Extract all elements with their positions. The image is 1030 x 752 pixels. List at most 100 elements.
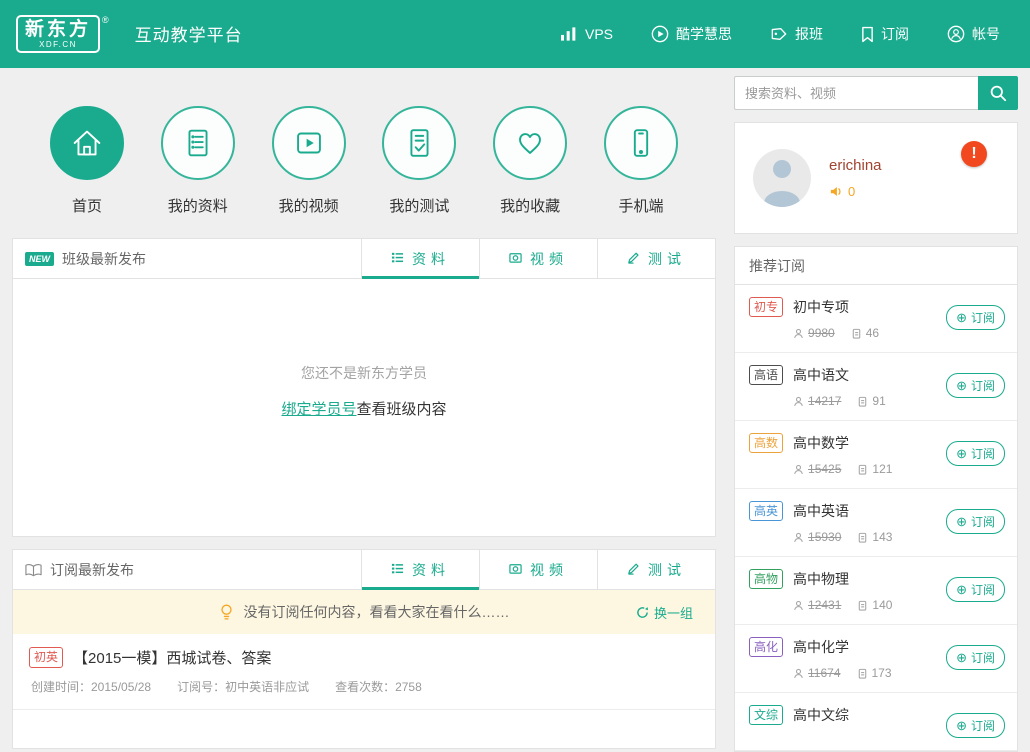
recommend-item-info: 高中语文 14217 91 [793, 365, 946, 408]
recommend-item-info: 高中数学 15425 121 [793, 433, 946, 476]
username: erichina [829, 157, 882, 174]
logo-sub-text: XDF.CN [25, 40, 91, 49]
app-header: 新东方 XDF.CN ® 互动教学平台 VPS 酷学慧思 报班 [0, 0, 1030, 68]
sound-row[interactable]: 0 [829, 184, 882, 199]
recommend-item-stats: 14217 91 [793, 394, 946, 408]
plus-circle-icon: ⊕ [956, 515, 967, 528]
created-time: 创建时间：2015/05/28 [31, 678, 151, 695]
tab-materials[interactable]: 资料 [361, 239, 479, 278]
subject-badge: 初专 [749, 297, 783, 317]
heart-icon [493, 106, 567, 180]
subscription-panel-title: 订阅最新发布 [50, 560, 134, 580]
tab-videos[interactable]: 视频 [479, 550, 597, 589]
speaker-icon [829, 184, 844, 199]
subscribe-button[interactable]: ⊕ 订阅 [946, 509, 1005, 534]
user-count: 9980 [793, 326, 835, 340]
header-left: 新东方 XDF.CN ® 互动教学平台 [16, 15, 243, 54]
document-icon [857, 396, 868, 407]
platform-title: 互动教学平台 [135, 21, 243, 46]
subscription-panel-header: 订阅最新发布 资料 视频 [13, 550, 715, 590]
plus-circle-icon: ⊕ [956, 311, 967, 324]
page-content: 首页 我的资料 我的视频 我的测试 [0, 68, 1030, 752]
no-subscription-notice: 没有订阅任何内容，看看大家在看什么…… 换一组 [13, 590, 715, 634]
plus-circle-icon: ⊕ [956, 583, 967, 596]
avatar-head [773, 160, 791, 178]
subject-badge: 高英 [749, 501, 783, 521]
class-panel-tabs: 资料 视频 测试 [361, 239, 715, 278]
recommend-item-info: 初中专项 9980 46 [793, 297, 946, 340]
class-panel-title-row: NEW 班级最新发布 [13, 239, 361, 278]
tab-materials[interactable]: 资料 [361, 550, 479, 589]
recommend-item-stats: 9980 46 [793, 326, 946, 340]
nav-my-tests[interactable]: 我的测试 [368, 106, 470, 216]
panel-gap [12, 537, 716, 549]
header-nav-subscribe[interactable]: 订阅 [861, 24, 909, 44]
subject-badge: 高语 [749, 365, 783, 385]
tab-tests[interactable]: 测试 [597, 239, 715, 278]
subscribe-button[interactable]: ⊕ 订阅 [946, 305, 1005, 330]
avatar[interactable] [753, 149, 811, 207]
logo-main-text: 新东方 [25, 20, 91, 41]
person-icon [793, 668, 804, 679]
home-icon [50, 106, 124, 180]
header-nav-baoban[interactable]: 报班 [770, 24, 823, 44]
subscribe-button[interactable]: ⊕ 订阅 [946, 645, 1005, 670]
header-nav-label: VPS [585, 26, 613, 42]
doc-count: 173 [857, 666, 892, 680]
tab-tests[interactable]: 测试 [597, 550, 715, 589]
recommend-panel: 推荐订阅 初专 初中专项 9980 46 [734, 246, 1018, 752]
recommend-item-name: 高中英语 [793, 501, 946, 521]
header-nav-account[interactable]: 帐号 [947, 24, 1000, 44]
nav-home[interactable]: 首页 [36, 106, 138, 216]
subscribe-button[interactable]: ⊕ 订阅 [946, 577, 1005, 602]
recommend-item-name: 高中文综 [793, 705, 946, 725]
change-group-label: 换一组 [654, 603, 693, 622]
subscribe-button[interactable]: ⊕ 订阅 [946, 713, 1005, 738]
tab-label: 测试 [648, 560, 686, 580]
subject-badge: 高物 [749, 569, 783, 589]
bind-student-line: 绑定学员号查看班级内容 [281, 398, 446, 419]
view-count: 查看次数：2758 [335, 678, 422, 695]
user-count: 15425 [793, 462, 841, 476]
header-nav-koolearn[interactable]: 酷学慧思 [651, 24, 732, 44]
new-badge: NEW [25, 252, 54, 266]
doc-count: 91 [857, 394, 885, 408]
user-count: 12431 [793, 598, 841, 612]
subscription-latest-panel: 订阅最新发布 资料 视频 [12, 549, 716, 749]
test-icon [382, 106, 456, 180]
subscription-panel-title-row: 订阅最新发布 [13, 550, 361, 589]
nav-my-materials[interactable]: 我的资料 [147, 106, 249, 216]
subscribe-button[interactable]: ⊕ 订阅 [946, 441, 1005, 466]
recommend-item: 初专 初中专项 9980 46 ⊕ [735, 285, 1017, 353]
recommend-item-name: 高中语文 [793, 365, 946, 385]
plus-circle-icon: ⊕ [956, 719, 967, 732]
feed-item-title[interactable]: 【2015一模】西城试卷、答案 [73, 647, 271, 668]
nav-label: 我的收藏 [479, 195, 581, 216]
subscribe-button-label: 订阅 [971, 717, 995, 734]
recommend-item-info: 高中文综 [793, 705, 946, 734]
header-nav-label: 订阅 [881, 24, 909, 44]
alert-badge[interactable]: ! [961, 141, 987, 167]
recommend-item-info: 高中化学 11674 173 [793, 637, 946, 680]
change-group-button[interactable]: 换一组 [636, 590, 693, 634]
document-icon [851, 328, 862, 339]
bind-student-link[interactable]: 绑定学员号 [281, 401, 356, 418]
play-circle-icon [651, 25, 669, 43]
logo-box: 新东方 XDF.CN [16, 15, 100, 54]
search-button[interactable] [978, 76, 1018, 110]
nav-mobile[interactable]: 手机端 [590, 106, 692, 216]
search-icon [989, 84, 1007, 102]
refresh-icon [636, 606, 649, 619]
tab-videos[interactable]: 视频 [479, 239, 597, 278]
avatar-torso [764, 191, 800, 207]
subscribe-button[interactable]: ⊕ 订阅 [946, 373, 1005, 398]
xdf-logo[interactable]: 新东方 XDF.CN ® [16, 15, 109, 54]
nav-my-favorites[interactable]: 我的收藏 [479, 106, 581, 216]
header-nav-vps[interactable]: VPS [561, 26, 613, 42]
lightbulb-icon [219, 603, 234, 622]
nav-my-videos[interactable]: 我的视频 [258, 106, 360, 216]
search-input[interactable] [734, 76, 978, 110]
search-bar [734, 76, 1018, 110]
tab-label: 测试 [648, 249, 686, 269]
nav-label: 首页 [36, 195, 138, 216]
